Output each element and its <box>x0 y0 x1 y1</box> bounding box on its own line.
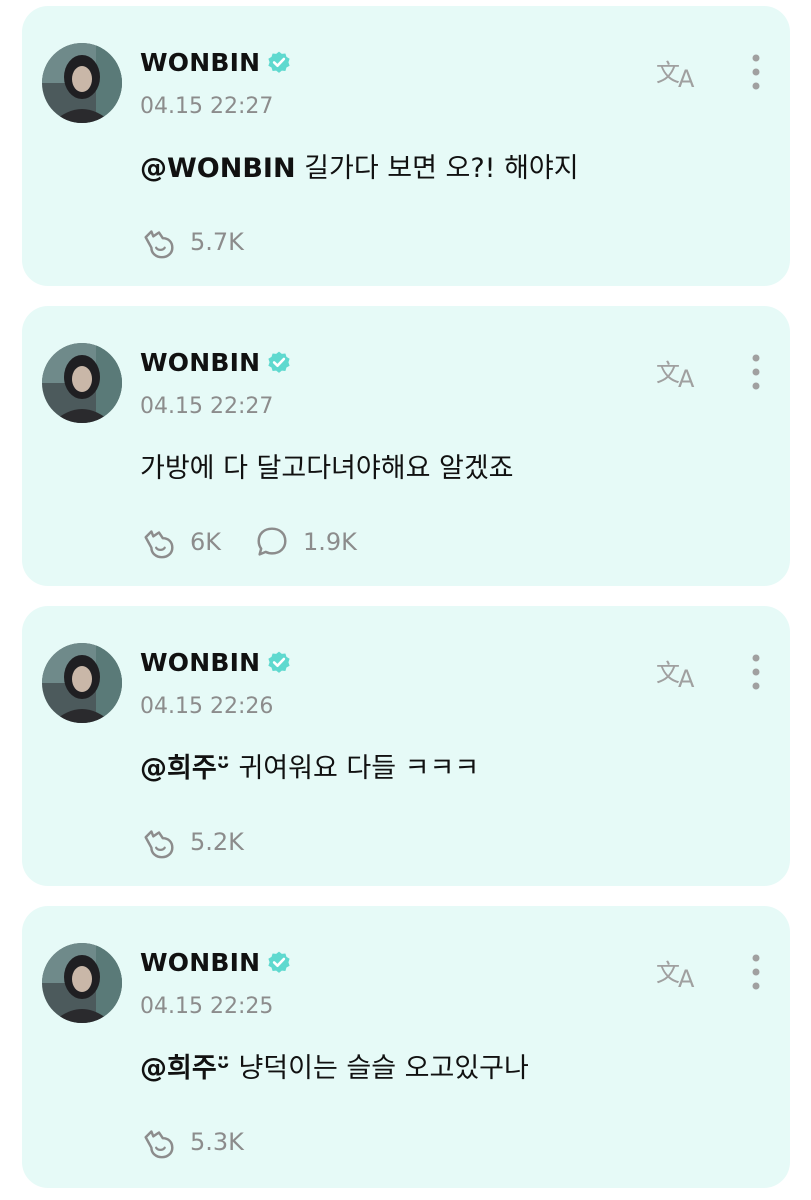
post-card[interactable]: WONBIN 04.15 22:26 @희주ᵕ̈ 귀여워요 다들 ㅋㅋㅋ 文 A… <box>22 606 790 886</box>
translate-icon[interactable]: 文 A <box>656 356 702 390</box>
like-count: 6K <box>190 528 222 556</box>
translate-icon[interactable]: 文 A <box>656 656 702 690</box>
verified-badge-icon <box>268 951 290 973</box>
author-name[interactable]: WONBIN <box>140 948 260 977</box>
avatar[interactable] <box>42 43 122 123</box>
post-stats: 5.7K <box>140 223 276 261</box>
post-timestamp: 04.15 22:25 <box>140 994 274 1019</box>
author-name[interactable]: WONBIN <box>140 648 260 677</box>
svg-text:A: A <box>678 665 695 690</box>
verified-badge-icon <box>268 51 290 73</box>
svg-text:文: 文 <box>656 959 680 987</box>
svg-text:文: 文 <box>656 359 680 387</box>
like-count: 5.7K <box>190 228 244 256</box>
author-row: WONBIN <box>140 348 292 377</box>
svg-text:文: 文 <box>656 659 680 687</box>
more-vertical-icon[interactable] <box>750 352 762 392</box>
more-vertical-icon[interactable] <box>750 952 762 992</box>
post-card[interactable]: WONBIN 04.15 22:25 @희주ᵕ̈ 냥덕이는 슬슬 오고있구나 文… <box>22 906 790 1188</box>
author-name[interactable]: WONBIN <box>140 48 260 77</box>
like-stat[interactable]: 6K <box>140 523 221 561</box>
post-timestamp: 04.15 22:27 <box>140 94 274 119</box>
like-stat[interactable]: 5.7K <box>140 223 244 261</box>
post-timestamp: 04.15 22:27 <box>140 394 274 419</box>
comment-stat[interactable]: 1.9K <box>253 523 357 561</box>
svg-text:A: A <box>678 365 695 390</box>
author-name[interactable]: WONBIN <box>140 348 260 377</box>
like-icon <box>144 830 174 859</box>
message-text: 냥덕이는 슬슬 오고있구나 <box>229 1053 529 1084</box>
like-icon <box>144 530 174 559</box>
verified-badge-icon <box>268 651 290 673</box>
post-message: @희주ᵕ̈ 귀여워요 다들 ㅋㅋㅋ <box>140 746 479 785</box>
post-stats: 6K 1.9K <box>140 523 389 561</box>
post-message: @희주ᵕ̈ 냥덕이는 슬슬 오고있구나 <box>140 1046 529 1085</box>
more-vertical-icon[interactable] <box>750 52 762 92</box>
post-message: @WONBIN 길가다 보면 오?! 해야지 <box>140 146 579 185</box>
author-row: WONBIN <box>140 48 292 77</box>
svg-text:文: 文 <box>656 59 680 87</box>
message-text: 길가다 보면 오?! 해야지 <box>295 153 579 184</box>
post-timestamp: 04.15 22:26 <box>140 694 274 719</box>
like-stat[interactable]: 5.3K <box>140 1123 244 1161</box>
mention-link[interactable]: @WONBIN <box>140 153 296 184</box>
author-row: WONBIN <box>140 648 292 677</box>
translate-icon[interactable]: 文 A <box>656 56 702 90</box>
avatar[interactable] <box>42 943 122 1023</box>
comment-count: 1.9K <box>303 528 357 556</box>
message-text: 귀여워요 다들 ㅋㅋㅋ <box>229 753 480 784</box>
like-icon <box>144 1130 174 1159</box>
verified-badge-icon <box>268 351 290 373</box>
message-text: 가방에 다 달고다녀야해요 알겠죠 <box>140 453 514 484</box>
translate-icon[interactable]: 文 A <box>656 956 702 990</box>
like-stat[interactable]: 5.2K <box>140 823 244 861</box>
like-count: 5.3K <box>190 1128 244 1156</box>
mention-link[interactable]: @희주ᵕ̈ <box>140 1053 230 1084</box>
post-card[interactable]: WONBIN 04.15 22:27 가방에 다 달고다녀야해요 알겠죠 文 A… <box>22 306 790 586</box>
post-feed: WONBIN 04.15 22:27 @WONBIN 길가다 보면 오?! 해야… <box>0 0 811 1200</box>
comment-icon <box>257 527 287 556</box>
post-message: 가방에 다 달고다녀야해요 알겠죠 <box>140 446 514 485</box>
author-row: WONBIN <box>140 948 292 977</box>
like-icon <box>144 230 174 259</box>
more-vertical-icon[interactable] <box>750 652 762 692</box>
like-count: 5.2K <box>190 828 244 856</box>
mention-link[interactable]: @희주ᵕ̈ <box>140 753 230 784</box>
post-stats: 5.2K <box>140 823 276 861</box>
post-stats: 5.3K <box>140 1123 276 1161</box>
svg-text:A: A <box>678 65 695 90</box>
post-card[interactable]: WONBIN 04.15 22:27 @WONBIN 길가다 보면 오?! 해야… <box>22 6 790 286</box>
svg-text:A: A <box>678 965 695 990</box>
avatar[interactable] <box>42 343 122 423</box>
avatar[interactable] <box>42 643 122 723</box>
